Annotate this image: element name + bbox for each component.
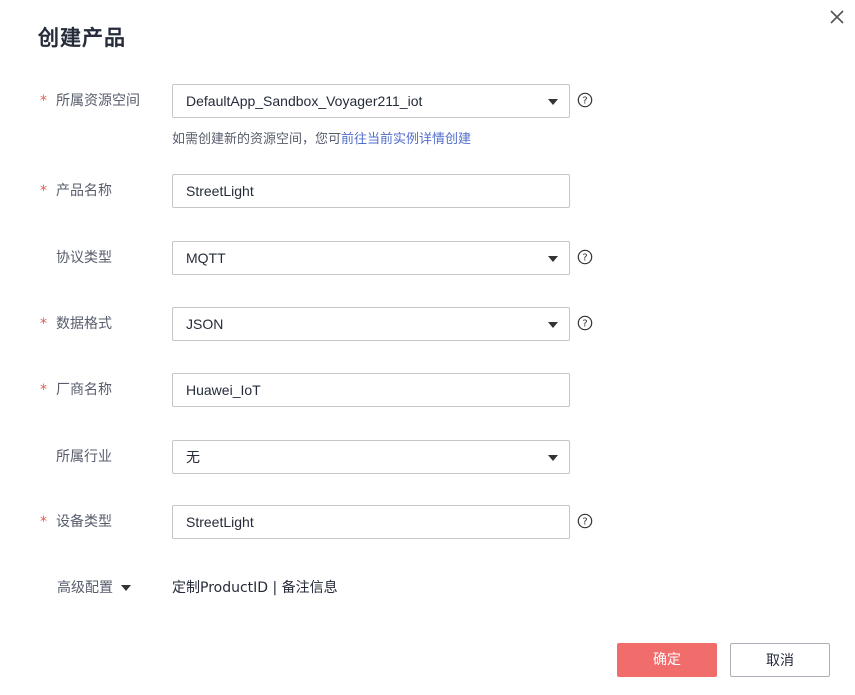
resource-space-hint: 如需创建新的资源空间，您可前往当前实例详情创建 <box>172 128 471 147</box>
caret-down-icon <box>121 585 131 591</box>
vendor-row: * 厂商名称 Huawei_IoT <box>0 373 855 407</box>
data-format-value: JSON <box>186 316 224 332</box>
svg-text:?: ? <box>582 253 587 264</box>
help-icon[interactable]: ? <box>577 315 593 331</box>
vendor-input[interactable]: Huawei_IoT <box>172 373 570 407</box>
close-icon[interactable] <box>826 6 848 28</box>
industry-label: 所属行业 <box>56 449 112 465</box>
vendor-label: * 厂商名称 <box>40 373 112 407</box>
create-product-dialog: 创建产品 * 所属资源空间 DefaultApp_Sandbox_Voyager2… <box>0 0 855 695</box>
cancel-button[interactable]: 取消 <box>730 643 830 677</box>
device-type-row: * 设备类型 StreetLight ? <box>0 505 855 539</box>
advanced-config-toggle[interactable]: 高级配置 <box>57 577 131 597</box>
required-mark: * <box>40 514 47 530</box>
confirm-button[interactable]: 确定 <box>617 643 717 677</box>
device-type-input[interactable]: StreetLight <box>172 505 570 539</box>
industry-row: 所属行业 无 <box>0 440 855 474</box>
instance-detail-link[interactable]: 前往当前实例详情创建 <box>341 132 471 147</box>
required-mark: * <box>40 183 47 199</box>
help-icon[interactable]: ? <box>577 513 593 529</box>
product-name-input[interactable]: StreetLight <box>172 174 570 208</box>
svg-text:?: ? <box>582 96 587 107</box>
help-icon[interactable]: ? <box>577 249 593 265</box>
product-name-label: * 产品名称 <box>40 174 112 208</box>
svg-text:?: ? <box>582 319 587 330</box>
chevron-down-icon <box>548 256 558 262</box>
required-mark: * <box>40 316 47 332</box>
chevron-down-icon <box>548 99 558 105</box>
required-mark: * <box>40 93 47 109</box>
resource-space-value: DefaultApp_Sandbox_Voyager211_iot <box>186 93 423 109</box>
chevron-down-icon <box>548 322 558 328</box>
data-format-label: * 数据格式 <box>40 307 112 341</box>
dialog-title: 创建产品 <box>38 26 126 50</box>
resource-space-row: * 所属资源空间 DefaultApp_Sandbox_Voyager211_io… <box>0 84 855 118</box>
protocol-select[interactable]: MQTT <box>172 241 570 275</box>
advanced-config-summary: 定制ProductID | 备注信息 <box>172 580 338 596</box>
hint-text: 如需创建新的资源空间，您可 <box>172 132 342 147</box>
required-mark: * <box>40 382 47 398</box>
protocol-label: 协议类型 <box>56 250 112 266</box>
resource-space-label: * 所属资源空间 <box>40 84 140 118</box>
chevron-down-icon <box>548 455 558 461</box>
product-name-row: * 产品名称 StreetLight <box>0 174 855 208</box>
svg-text:?: ? <box>582 517 587 528</box>
data-format-row: * 数据格式 JSON ? <box>0 307 855 341</box>
device-type-label: * 设备类型 <box>40 505 112 539</box>
help-icon[interactable]: ? <box>577 92 593 108</box>
protocol-row: 协议类型 MQTT ? <box>0 241 855 275</box>
industry-value: 无 <box>186 449 200 465</box>
protocol-value: MQTT <box>186 250 226 266</box>
industry-select[interactable]: 无 <box>172 440 570 474</box>
data-format-select[interactable]: JSON <box>172 307 570 341</box>
resource-space-select[interactable]: DefaultApp_Sandbox_Voyager211_iot <box>172 84 570 118</box>
